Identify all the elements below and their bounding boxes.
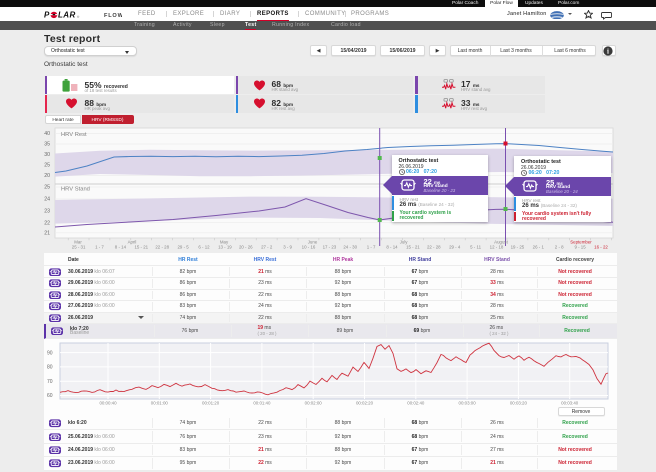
svg-text:40: 40 — [44, 131, 50, 137]
svg-text:July: July — [400, 240, 409, 245]
svg-text:25: 25 — [44, 185, 50, 191]
svg-text:12 - 18: 12 - 18 — [490, 245, 504, 250]
svg-text:70: 70 — [47, 379, 53, 385]
svg-text:00:01:00: 00:01:00 — [151, 401, 169, 406]
svg-text:00:02:40: 00:02:40 — [407, 401, 425, 406]
svg-text:19 - 25: 19 - 25 — [511, 245, 525, 250]
svg-text:00:00:40: 00:00:40 — [99, 401, 117, 406]
svg-text:1 - 7: 1 - 7 — [95, 245, 104, 250]
svg-text:9 - 15: 9 - 15 — [574, 245, 586, 250]
svg-text:16 - 22: 16 - 22 — [594, 245, 608, 250]
svg-text:June: June — [308, 240, 318, 245]
svg-text:FLOW: FLOW — [104, 13, 122, 19]
svg-text:Mar: Mar — [74, 240, 82, 245]
svg-text:HRV Rest: HRV Rest — [61, 132, 87, 138]
svg-text:September: September — [570, 240, 592, 245]
svg-text:21: 21 — [44, 231, 50, 237]
svg-text:22 - 28: 22 - 28 — [155, 245, 169, 250]
svg-text:8 - 14: 8 - 14 — [386, 245, 398, 250]
svg-text:25 - 31: 25 - 31 — [72, 245, 86, 250]
svg-text:60: 60 — [47, 393, 53, 399]
svg-text:23: 23 — [44, 209, 50, 215]
svg-text:29 - 5: 29 - 5 — [177, 245, 189, 250]
svg-text:24 - 30: 24 - 30 — [343, 245, 357, 250]
svg-text:®: ® — [77, 15, 80, 19]
svg-text:HRV Stand: HRV Stand — [61, 187, 90, 193]
svg-text:10 - 16: 10 - 16 — [302, 245, 316, 250]
svg-text:00:01:20: 00:01:20 — [202, 401, 220, 406]
svg-text:25: 25 — [44, 163, 50, 169]
svg-text:3 - 9: 3 - 9 — [283, 245, 292, 250]
svg-text:15 - 21: 15 - 21 — [134, 245, 148, 250]
svg-text:May: May — [220, 240, 229, 245]
svg-text:35: 35 — [44, 142, 50, 148]
svg-text:29 - 4: 29 - 4 — [449, 245, 461, 250]
svg-text:April: April — [128, 240, 137, 245]
svg-text:2 - 8: 2 - 8 — [555, 245, 564, 250]
svg-text:15 - 21: 15 - 21 — [406, 245, 420, 250]
svg-text:P: P — [44, 11, 50, 19]
svg-text:26 - 1: 26 - 1 — [533, 245, 545, 250]
svg-text:00:03:20: 00:03:20 — [510, 401, 528, 406]
svg-text:6 - 12: 6 - 12 — [198, 245, 210, 250]
svg-text:LAR: LAR — [58, 11, 76, 19]
svg-text:22 - 28: 22 - 28 — [427, 245, 441, 250]
svg-text:13 - 19: 13 - 19 — [218, 245, 232, 250]
svg-text:1 - 7: 1 - 7 — [367, 245, 376, 250]
svg-text:00:03:40: 00:03:40 — [561, 401, 579, 406]
svg-text:24: 24 — [44, 197, 50, 203]
svg-text:00:03:00: 00:03:00 — [459, 401, 477, 406]
svg-text:August: August — [494, 240, 508, 245]
svg-text:30: 30 — [44, 152, 50, 158]
svg-text:i: i — [607, 48, 609, 56]
svg-text:90: 90 — [47, 350, 53, 356]
svg-text:22: 22 — [44, 220, 50, 226]
svg-text:80: 80 — [47, 365, 53, 371]
svg-text:5 - 11: 5 - 11 — [470, 245, 481, 250]
svg-text:17 - 23: 17 - 23 — [323, 245, 337, 250]
svg-text:27 - 2: 27 - 2 — [261, 245, 273, 250]
svg-text:20: 20 — [44, 173, 50, 179]
svg-text:00:02:00: 00:02:00 — [305, 401, 323, 406]
svg-text:8 - 14: 8 - 14 — [115, 245, 127, 250]
svg-text:20 - 26: 20 - 26 — [239, 245, 253, 250]
svg-text:00:01:40: 00:01:40 — [253, 401, 271, 406]
svg-text:00:02:20: 00:02:20 — [356, 401, 374, 406]
